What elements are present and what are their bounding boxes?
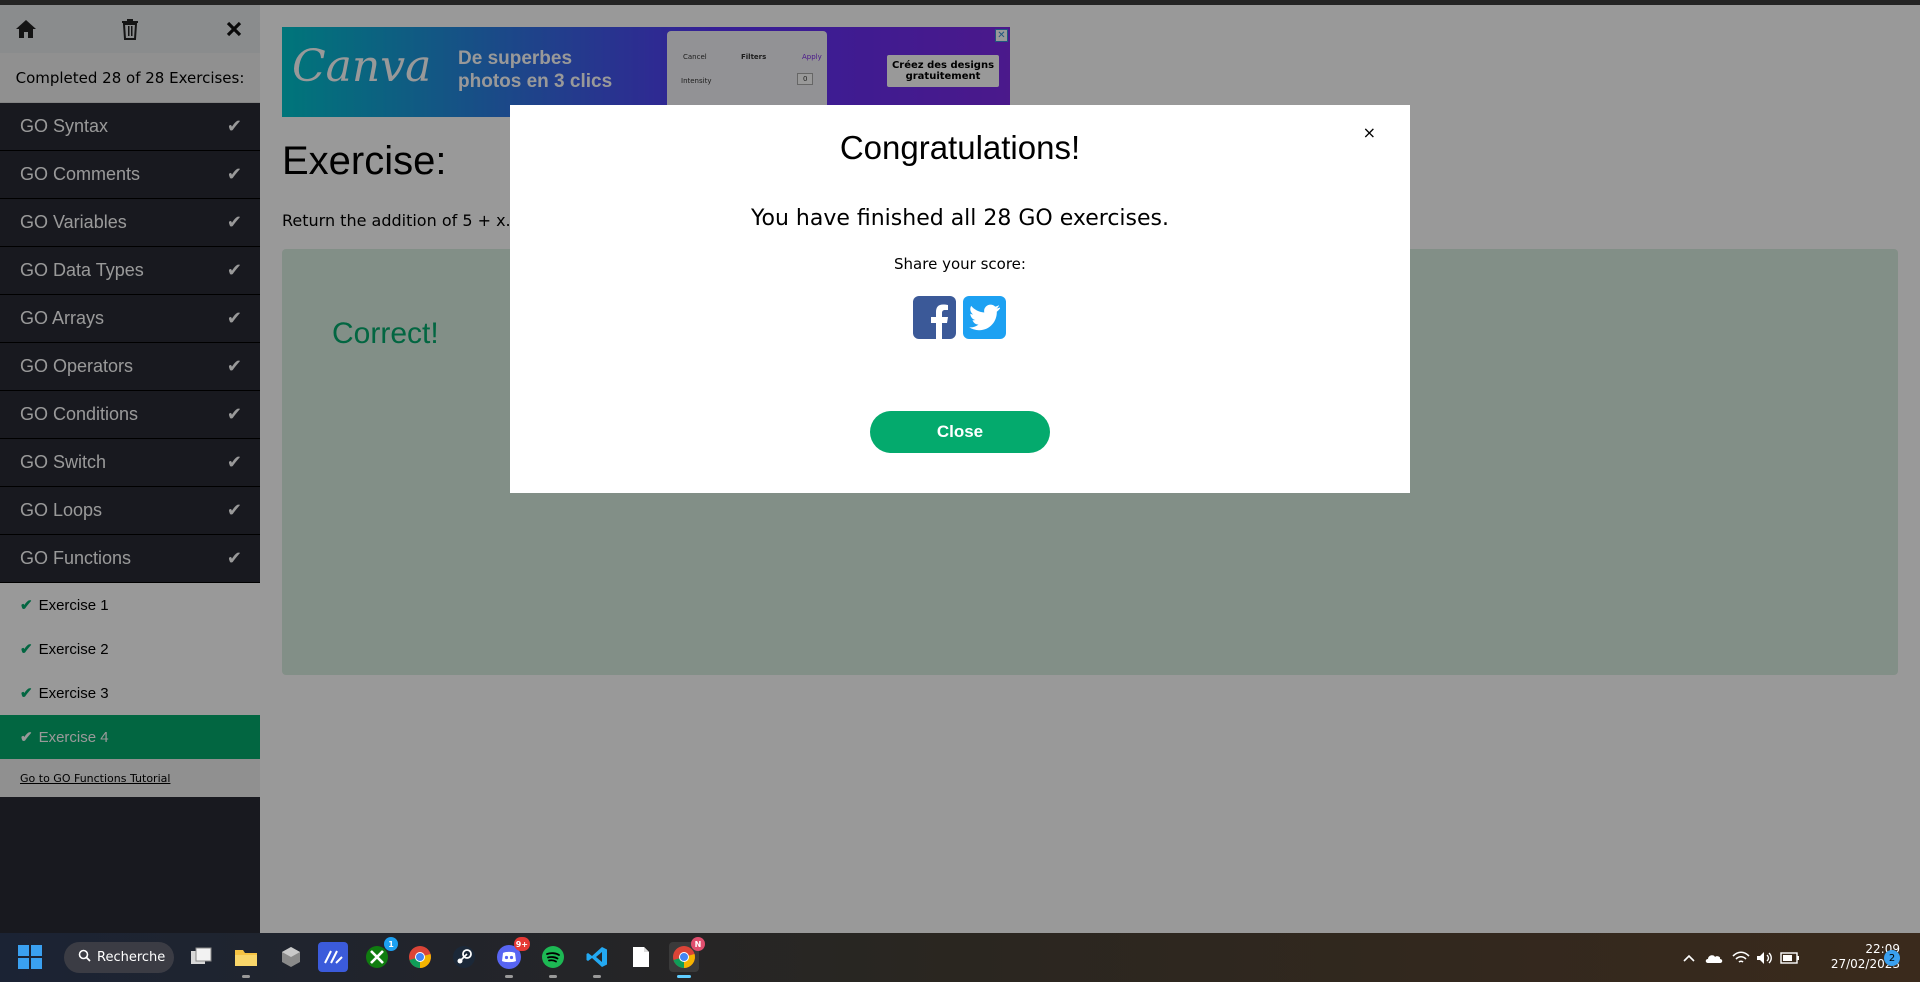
congratulations-modal: × Congratulations! You have finished all…	[510, 105, 1410, 493]
task-view-icon[interactable]	[186, 942, 216, 972]
modal-title: Congratulations!	[839, 129, 1081, 166]
close-button[interactable]: Close	[870, 411, 1050, 453]
battery-icon[interactable]	[1780, 933, 1800, 982]
modal-message: You have finished all 28 GO exercises.	[751, 206, 1169, 231]
cube-app-icon[interactable]	[276, 942, 306, 972]
tray-chevron-up-icon[interactable]	[1682, 933, 1696, 982]
share-label: Share your score:	[894, 255, 1026, 273]
xbox-badge: 1	[384, 937, 398, 951]
discord-badge: 9+	[513, 937, 530, 951]
search-icon	[78, 949, 91, 966]
file-explorer-icon[interactable]	[231, 942, 261, 978]
chrome-profile-badge: N	[691, 937, 705, 951]
facebook-icon[interactable]	[913, 296, 956, 339]
wifi-icon[interactable]	[1732, 933, 1750, 982]
onedrive-icon[interactable]	[1704, 933, 1724, 982]
share-buttons	[913, 296, 1006, 339]
spotify-icon[interactable]	[538, 942, 568, 978]
volume-icon[interactable]	[1756, 933, 1774, 982]
chrome-icon[interactable]	[405, 942, 435, 972]
notification-badge[interactable]: 2	[1884, 950, 1900, 966]
chrome-profile-icon[interactable]: N	[669, 937, 705, 978]
taskbar-search[interactable]: Recherche	[64, 942, 174, 973]
windows-taskbar: Recherche 1 9+ N 22:09 27/02/2023 2	[0, 933, 1920, 982]
discord-icon[interactable]: 9+	[494, 937, 530, 978]
steam-icon[interactable]	[449, 942, 479, 972]
twitter-icon[interactable]	[963, 296, 1006, 339]
windows-start-icon[interactable]	[18, 945, 42, 969]
xbox-icon[interactable]: 1	[362, 937, 398, 972]
notepad-icon[interactable]	[626, 942, 656, 972]
editor-app-icon[interactable]	[318, 942, 348, 972]
vscode-icon[interactable]	[582, 942, 612, 978]
